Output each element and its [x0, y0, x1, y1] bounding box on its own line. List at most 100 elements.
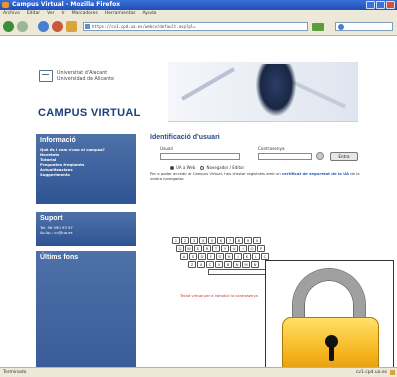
keyboard-row-home: A S D F G H J K L Ç: [180, 253, 269, 260]
access-options: UA a Web Navegador / Editor: [170, 165, 244, 170]
option-browser-label: Navegador / Editor: [206, 165, 245, 170]
key[interactable]: H: [225, 253, 233, 260]
key[interactable]: K: [243, 253, 251, 260]
minimize-button[interactable]: [366, 1, 375, 9]
key[interactable]: Ñ: [251, 261, 259, 268]
key[interactable]: A: [180, 253, 188, 260]
key[interactable]: L: [252, 253, 260, 260]
key[interactable]: Y: [221, 245, 229, 252]
key[interactable]: 0: [253, 237, 261, 244]
stop-button[interactable]: [52, 21, 63, 32]
page-viewport: Universitat d'Alacant Universidad de Ali…: [0, 37, 397, 377]
info-panel: Informació Què és i com s'usa el campus?…: [36, 134, 136, 204]
status-bar: Terminado cv1.cpd.ua.es: [0, 367, 397, 377]
username-input[interactable]: [160, 153, 240, 160]
menu-editar[interactable]: Editar: [27, 10, 40, 18]
keyhole-slot: [329, 345, 334, 361]
username-label: Usuari: [160, 146, 174, 151]
option-web-radio[interactable]: [170, 166, 174, 170]
menu-archivo[interactable]: Archivo: [3, 10, 20, 18]
login-form: Identificació d'usuari Usuari Contraseny…: [150, 134, 360, 204]
key[interactable]: M: [242, 261, 250, 268]
menu-ayuda[interactable]: Ayuda: [142, 10, 156, 18]
search-box[interactable]: [335, 22, 393, 31]
status-domain: cv1.cpd.ua.es: [355, 370, 387, 375]
key[interactable]: B: [224, 261, 232, 268]
space-key[interactable]: [208, 269, 268, 275]
menu-marcadores[interactable]: Marcadores: [72, 10, 98, 18]
firefox-icon: [2, 2, 9, 8]
key[interactable]: N: [233, 261, 241, 268]
key[interactable]: E: [194, 245, 202, 252]
info-heading: Informació: [40, 137, 76, 144]
option-browser-radio[interactable]: [200, 166, 205, 170]
banner-hand-graphic: [256, 64, 296, 116]
certificate-link[interactable]: certificat de seguretat de la UA: [282, 171, 349, 176]
menu-herramientas[interactable]: Herramientas: [105, 10, 136, 18]
key[interactable]: G: [216, 253, 224, 260]
key[interactable]: O: [248, 245, 256, 252]
enter-button[interactable]: Entra: [330, 152, 358, 161]
key[interactable]: 5: [208, 237, 216, 244]
support-email[interactable]: Av.Ap.: cv@ua.es: [40, 230, 132, 235]
key[interactable]: D: [198, 253, 206, 260]
key[interactable]: F: [207, 253, 215, 260]
key[interactable]: J: [234, 253, 242, 260]
key[interactable]: 8: [235, 237, 243, 244]
menu-ver[interactable]: Ver: [47, 10, 54, 18]
reload-button[interactable]: [38, 21, 49, 32]
back-button[interactable]: [3, 21, 14, 32]
maximize-button[interactable]: [376, 1, 385, 9]
password-input[interactable]: [258, 153, 312, 160]
password-label: Contrasenya: [258, 146, 285, 151]
forward-button[interactable]: [17, 21, 28, 32]
support-panel: Suport Tel. 96 590 93 97 Av.Ap.: cv@ua.e…: [36, 212, 136, 246]
key[interactable]: V: [215, 261, 223, 268]
key[interactable]: R: [203, 245, 211, 252]
keyboard-row-digits: 1 2 3 4 5 6 7 8 9 0: [172, 237, 261, 244]
key[interactable]: 7: [226, 237, 234, 244]
address-text: https://cv1.cpd.ua.es/webcv/default.asp?…: [92, 24, 196, 29]
page-title: CAMPUS VIRTUAL: [38, 107, 141, 119]
home-button[interactable]: [66, 21, 77, 32]
key[interactable]: Q: [176, 245, 184, 252]
key[interactable]: Ç: [261, 253, 269, 260]
key[interactable]: 1: [172, 237, 180, 244]
key[interactable]: 2: [181, 237, 189, 244]
key[interactable]: S: [189, 253, 197, 260]
google-icon: [338, 24, 344, 30]
address-bar[interactable]: https://cv1.cpd.ua.es/webcv/default.asp?…: [83, 22, 308, 31]
key[interactable]: 4: [199, 237, 207, 244]
key[interactable]: Z: [188, 261, 196, 268]
key[interactable]: 9: [244, 237, 252, 244]
menu-ir[interactable]: Ir: [62, 10, 65, 18]
secure-lock-icon[interactable]: [390, 370, 395, 375]
window-title: Campus Virtual - Mozilla Firefox: [12, 1, 121, 8]
option-web-label: UA a Web: [176, 165, 196, 170]
support-heading: Suport: [40, 215, 63, 222]
keyboard-row-bottom: Z X C V B N M Ñ: [188, 261, 259, 268]
key[interactable]: C: [206, 261, 214, 268]
window-controls: [366, 1, 395, 9]
key[interactable]: W: [185, 245, 193, 252]
key[interactable]: X: [197, 261, 205, 268]
keyboard-note: Teclat virtual per a introduir la contra…: [180, 294, 258, 298]
navigation-toolbar: https://cv1.cpd.ua.es/webcv/default.asp?…: [0, 18, 397, 36]
menu-bar: Archivo Editar Ver Ir Marcadores Herrami…: [0, 10, 397, 18]
university-logo[interactable]: Universitat d'Alacant Universidad de Ali…: [39, 70, 149, 94]
key[interactable]: 6: [217, 237, 225, 244]
window-titlebar: Campus Virtual - Mozilla Firefox: [0, 0, 397, 10]
login-heading: Identificació d'usuari: [150, 134, 220, 141]
virtual-keyboard-toggle-icon[interactable]: [316, 152, 324, 160]
key[interactable]: I: [239, 245, 247, 252]
key[interactable]: P: [257, 245, 265, 252]
info-link-suggeriments[interactable]: Suggeriments: [40, 172, 132, 177]
key[interactable]: U: [230, 245, 238, 252]
go-button[interactable]: [312, 23, 324, 31]
header-banner-image: [168, 62, 358, 122]
latest-panel: Últims fons: [36, 251, 136, 367]
key[interactable]: T: [212, 245, 220, 252]
close-button[interactable]: [386, 1, 395, 9]
key[interactable]: 3: [190, 237, 198, 244]
left-column: Informació Què és i com s'usa el campus?…: [36, 134, 136, 374]
